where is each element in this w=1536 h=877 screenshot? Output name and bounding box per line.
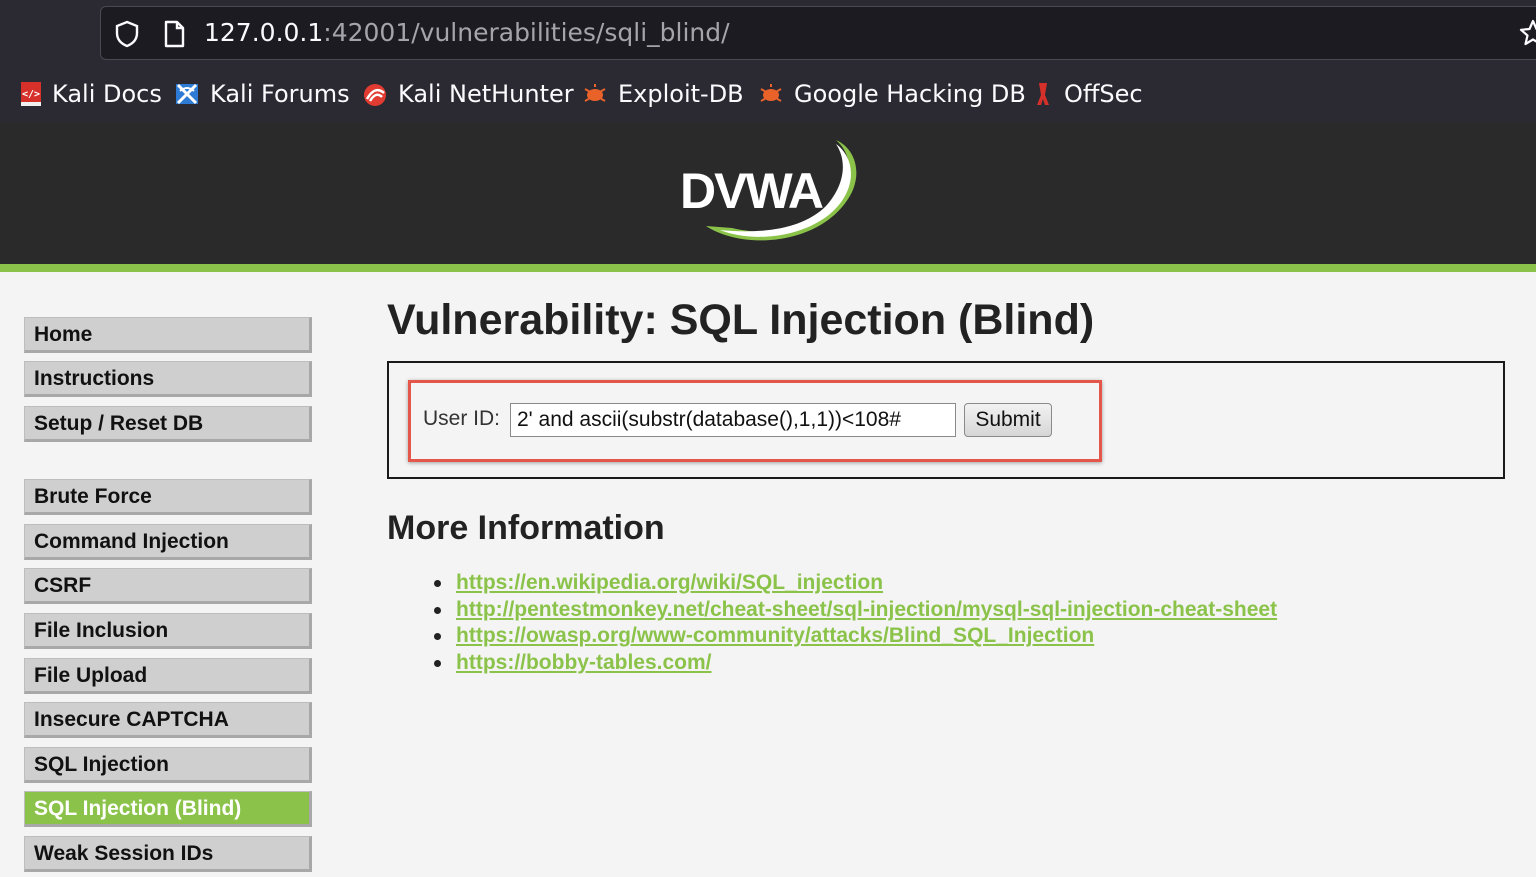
menu-item-brute-force[interactable]: Brute Force	[24, 479, 312, 515]
kali-docs-icon: </>	[21, 82, 41, 106]
bookmark-label: Google Hacking DB	[794, 80, 1026, 108]
browser-toolbar: 127.0.0.1:42001/vulnerabilities/sqli_bli…	[0, 0, 1536, 66]
dvwa-logo[interactable]: DVWA	[676, 134, 866, 246]
offsec-icon	[1037, 83, 1049, 105]
menu-item-setup-reset-db[interactable]: Setup / Reset DB	[24, 406, 312, 442]
more-info-links: https://en.wikipedia.org/wiki/SQL_inject…	[434, 570, 1277, 677]
bullet	[434, 660, 441, 668]
url-host: 127.0.0.1	[204, 18, 324, 47]
bookmark-label: Kali NetHunter	[398, 80, 574, 108]
link-bobby-tables[interactable]: https://bobby-tables.com/	[456, 651, 712, 674]
google-hacking-db-icon	[760, 84, 782, 102]
bookmark-exploit-db[interactable]: Exploit-DB	[582, 76, 744, 112]
kali-forums-icon	[176, 83, 198, 105]
menu-item-sql-injection-blind[interactable]: SQL Injection (Blind)	[24, 791, 312, 827]
more-information-heading: More Information	[387, 509, 665, 547]
menu-item-instructions[interactable]: Instructions	[24, 361, 312, 397]
page-icon[interactable]	[162, 20, 186, 48]
menu-item-weak-session-ids[interactable]: Weak Session IDs	[24, 836, 312, 872]
bookmark-offsec[interactable]: OffSec	[1032, 76, 1143, 112]
bookmark-star-icon[interactable]	[1518, 18, 1536, 48]
menu-item-csrf[interactable]: CSRF	[24, 568, 312, 604]
bullet	[434, 633, 441, 641]
menu-item-sql-injection[interactable]: SQL Injection	[24, 747, 312, 783]
user-id-input[interactable]	[510, 403, 956, 437]
bookmark-google-hacking-db[interactable]: Google Hacking DB	[758, 76, 1026, 112]
exploit-db-icon	[584, 84, 606, 102]
link-owasp-blind-sql-injection[interactable]: https://owasp.org/www-community/attacks/…	[456, 624, 1094, 647]
page-title: Vulnerability: SQL Injection (Blind)	[387, 296, 1095, 344]
bookmark-label: OffSec	[1064, 80, 1143, 108]
menu-item-file-inclusion[interactable]: File Inclusion	[24, 613, 312, 649]
link-pentestmonkey-cheat-sheet[interactable]: http://pentestmonkey.net/cheat-sheet/sql…	[456, 598, 1277, 621]
list-item: https://owasp.org/www-community/attacks/…	[434, 623, 1277, 650]
bookmark-label: Kali Forums	[210, 80, 350, 108]
bookmark-label: Exploit-DB	[618, 80, 744, 108]
bookmark-kali-forums[interactable]: Kali Forums	[174, 76, 350, 112]
bookmark-label: Kali Docs	[52, 80, 162, 108]
menu-item-home[interactable]: Home	[24, 317, 312, 353]
menu-item-insecure-captcha[interactable]: Insecure CAPTCHA	[24, 702, 312, 738]
svg-text:</>: </>	[22, 89, 40, 100]
logo-text: DVWA	[680, 163, 823, 219]
bullet	[434, 580, 441, 587]
user-id-label: User ID:	[423, 407, 501, 430]
list-item: https://en.wikipedia.org/wiki/SQL_inject…	[434, 570, 1277, 597]
menu-item-file-upload[interactable]: File Upload	[24, 658, 312, 694]
bullet	[434, 606, 441, 614]
bookmarks-toolbar: </> Kali Docs Kali Forums Kali NetHunter…	[0, 66, 1536, 123]
list-item: http://pentestmonkey.net/cheat-sheet/sql…	[434, 597, 1277, 624]
kali-nethunter-icon	[364, 84, 386, 106]
bookmark-kali-nethunter[interactable]: Kali NetHunter	[362, 76, 574, 112]
url-path: :42001/vulnerabilities/sqli_blind/	[323, 18, 730, 47]
url-text[interactable]: 127.0.0.1:42001/vulnerabilities/sqli_bli…	[204, 16, 730, 50]
link-wikipedia-sql-injection[interactable]: https://en.wikipedia.org/wiki/SQL_inject…	[456, 571, 883, 594]
header-divider	[0, 264, 1536, 272]
shield-icon[interactable]	[114, 20, 140, 48]
bookmark-kali-docs[interactable]: </> Kali Docs	[20, 76, 162, 112]
submit-button[interactable]: Submit	[964, 403, 1052, 437]
list-item: https://bobby-tables.com/	[434, 650, 1277, 677]
menu-item-command-injection[interactable]: Command Injection	[24, 524, 312, 560]
